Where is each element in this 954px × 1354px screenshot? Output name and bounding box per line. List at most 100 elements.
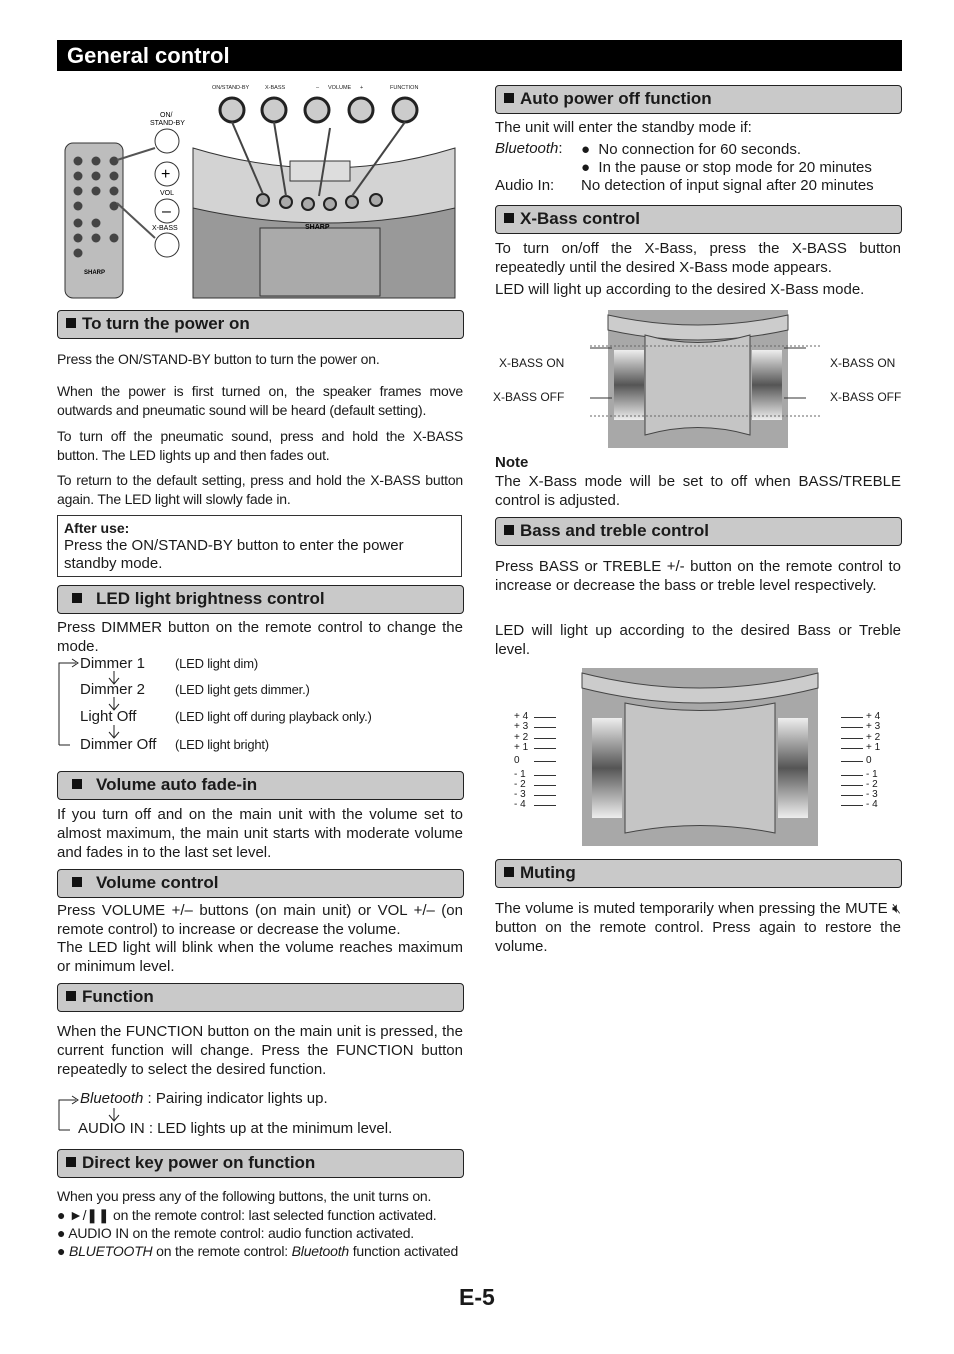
paragraph: Press the ON/STAND-BY button to turn the… — [57, 351, 380, 367]
bass-level-line — [534, 747, 556, 749]
paragraph: When you press any of the following butt… — [57, 1188, 432, 1204]
colon: : — [558, 140, 563, 157]
remote-brand: SHARP — [84, 270, 105, 276]
dimmer-mode-name: Dimmer 2 — [80, 681, 146, 698]
heading-text: Muting — [520, 863, 576, 882]
xbass-off-label-right: X-BASS OFF — [830, 390, 902, 404]
bullet-item: ● No connection for 60 seconds. — [581, 141, 802, 158]
section-heading-muting: Muting — [495, 859, 902, 888]
bass-level-label: - 1 — [514, 768, 526, 780]
bullet-text: In the pause or stop mode for 20 minutes — [598, 159, 872, 176]
section-heading-power-on: To turn the power on — [57, 310, 464, 339]
bullet-text: ►/❚❚ on the remote control: last selecte… — [68, 1207, 437, 1223]
paragraph: Press VOLUME +/– buttons (on main unit) … — [57, 902, 463, 938]
page-number: E-5 — [459, 1284, 495, 1310]
bullet-text: on the remote control: — [152, 1243, 292, 1259]
bass-level-line — [841, 805, 863, 807]
bullet-item: ● BLUETOOTH on the remote control: Bluet… — [57, 1243, 459, 1259]
bullet-item: ● AUDIO IN on the remote control: audio … — [57, 1225, 414, 1241]
dimmer-mode-name: Light Off — [80, 708, 137, 725]
heading-text: X-Bass control — [520, 209, 640, 228]
bullet-text: BLUETOOTH — [68, 1243, 153, 1259]
bass-level-label: + 1 — [514, 741, 529, 753]
svg-text:+: + — [161, 166, 170, 183]
paragraph: To turn on/off the X-Bass, press the X-B… — [495, 240, 901, 276]
section-heading-auto-off: Auto power off function — [495, 85, 902, 114]
paragraph: If you turn off and on the main unit wit… — [57, 806, 463, 861]
bass-level-line — [534, 717, 556, 718]
mute-icon: 🔇︎ — [892, 900, 901, 916]
section-heading-led: LED light brightness control — [57, 585, 464, 614]
bass-level-label: + 1 — [866, 741, 881, 753]
section-heading-volume: Volume control — [57, 869, 464, 898]
bass-level-label: + 3 — [514, 721, 529, 733]
heading-text: Volume control — [96, 873, 219, 892]
svg-text:ON/: ON/ — [160, 112, 173, 119]
bass-level-line — [841, 784, 863, 786]
bass-level-line — [841, 727, 863, 729]
heading-text: Auto power off function — [520, 89, 712, 108]
xbass-off-label-left: X-BASS OFF — [493, 390, 565, 404]
heading-text: LED light brightness control — [96, 589, 325, 608]
paragraph: LED will light up according to the desir… — [495, 622, 901, 658]
svg-text:–: – — [162, 203, 171, 220]
after-use-text: Press the ON/STAND-BY button to enter th… — [64, 537, 404, 572]
heading-text: Volume auto fade-in — [96, 775, 258, 794]
paragraph: The unit will enter the standby mode if: — [495, 119, 752, 136]
dimmer-mode-name: Dimmer 1 — [80, 655, 146, 672]
manual-page: { "title":"General control", "illustrati… — [0, 0, 954, 1354]
bullet-text: No connection for 60 seconds. — [598, 141, 802, 158]
section-heading-function: Function — [57, 983, 464, 1012]
dimmer-mode-desc: (LED light bright) — [175, 737, 269, 752]
section-heading-direct: Direct key power on function — [57, 1149, 464, 1178]
muting-text: button on the remote control. Press agai… — [495, 919, 901, 955]
after-use-box: After use: Press the ON/STAND-BY button … — [57, 515, 462, 577]
bass-level-line — [841, 774, 863, 776]
svg-text:STAND-BY: STAND-BY — [150, 120, 185, 127]
paragraph: The LED light will blink when the volume… — [57, 939, 463, 975]
label-function: FUNCTION — [390, 85, 418, 91]
dimmer-mode-desc: (LED light dim) — [175, 656, 258, 671]
bass-level-label: - 4 — [514, 799, 526, 811]
bluetooth-function-name: Bluetooth — [80, 1090, 144, 1107]
page-title: General control — [57, 40, 902, 71]
bass-level-line — [534, 761, 556, 763]
note-title: Note — [495, 454, 529, 471]
section-heading-bass-treble: Bass and treble control — [495, 517, 902, 546]
bass-level-label: - 4 — [866, 799, 878, 811]
xbass-speaker-illustration — [590, 310, 820, 448]
note-text: The X-Bass mode will be set to off when … — [495, 473, 901, 509]
paragraph: LED will light up according to the desir… — [495, 281, 865, 298]
label-volume: VOLUME — [328, 85, 352, 91]
heading-text: Direct key power on function — [82, 1153, 316, 1172]
bullet-item: ● In the pause or stop mode for 20 minut… — [581, 159, 872, 176]
unit-and-remote-illustration: SHARP + – ON/STAND-BY VOL X-BASS ON/STAND… — [64, 85, 456, 299]
bass-level-line — [534, 805, 556, 807]
heading-text: To turn the power on — [82, 314, 250, 333]
bass-treble-speaker-illustration — [581, 668, 819, 846]
audio-in-label: Audio In: — [495, 177, 555, 194]
bass-level-label: 0 — [514, 755, 520, 767]
bass-level-line — [841, 761, 863, 763]
bluetooth-function-desc: : Pairing indicator lights up. — [143, 1090, 328, 1107]
paragraph: When the power is first turned on, the s… — [57, 383, 463, 418]
bluetooth-label: Bluetooth — [495, 140, 559, 157]
label-plus: + — [360, 85, 363, 91]
bass-level-line — [841, 795, 863, 797]
bass-level-line — [534, 795, 556, 797]
heading-text: Bass and treble control — [520, 521, 709, 540]
bass-level-line — [841, 747, 863, 749]
svg-text:VOL: VOL — [160, 190, 174, 197]
bullet-item: ● ►/❚❚ on the remote control: last selec… — [57, 1207, 437, 1223]
paragraph: To return to the default setting, press … — [57, 472, 463, 507]
audio-in-function: AUDIO IN : LED lights up at the minimum … — [78, 1120, 393, 1137]
bass-level-line — [841, 717, 863, 718]
bullet-text: function activated — [349, 1243, 459, 1259]
xbass-on-label-left: X-BASS ON — [499, 356, 565, 370]
xbass-on-label-right: X-BASS ON — [830, 356, 896, 370]
heading-text: Function — [82, 987, 154, 1006]
bass-level-line — [534, 784, 556, 786]
bass-level-line — [841, 737, 863, 739]
dimmer-mode-desc: (LED light off during playback only.) — [175, 709, 372, 724]
dimmer-mode-name: Dimmer Off — [80, 736, 157, 753]
